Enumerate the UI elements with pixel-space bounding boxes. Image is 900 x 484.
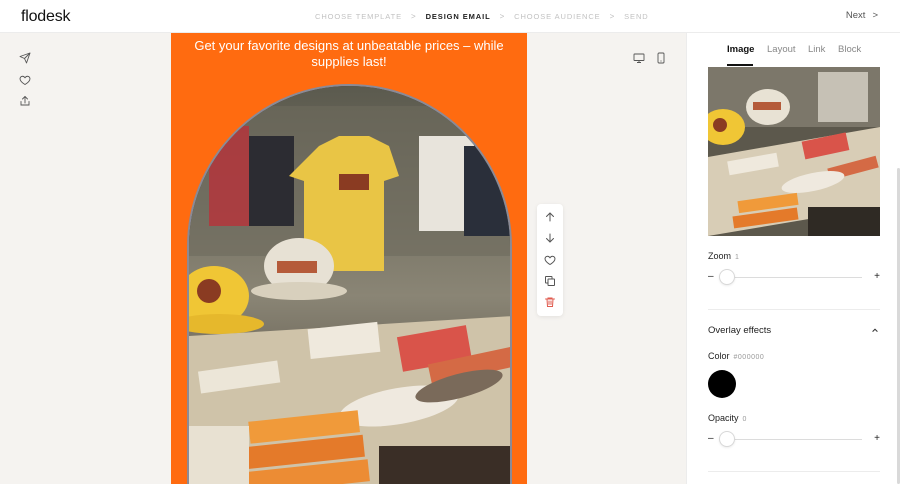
panel-tabs: Image Layout Link Block: [687, 33, 900, 67]
divider: [708, 471, 880, 472]
step-choose-audience[interactable]: CHOOSE AUDIENCE: [514, 12, 600, 21]
zoom-increase-button[interactable]: +: [874, 271, 880, 282]
zoom-label: Zoom 1: [708, 251, 739, 261]
zoom-decrease-button[interactable]: –: [708, 271, 714, 282]
opacity-decrease-button[interactable]: –: [708, 433, 714, 444]
active-tab-indicator: [727, 64, 753, 66]
next-label: Next: [845, 10, 866, 21]
opacity-label-text: Opacity: [708, 413, 739, 423]
tab-image[interactable]: Image: [727, 44, 754, 55]
opacity-slider-track[interactable]: [719, 439, 862, 440]
step-design-email[interactable]: DESIGN EMAIL: [426, 12, 491, 21]
opacity-label: Opacity 0: [708, 413, 747, 423]
arrow-down-icon[interactable]: [544, 232, 556, 244]
overlay-color-swatch[interactable]: [708, 370, 736, 398]
step-separator: >: [609, 12, 616, 21]
overlay-effects-title[interactable]: Overlay effects: [708, 325, 771, 336]
chevron-up-icon[interactable]: [871, 326, 879, 334]
step-send[interactable]: SEND: [624, 12, 648, 21]
divider: [708, 309, 880, 310]
duplicate-icon[interactable]: [544, 275, 556, 287]
mobile-icon[interactable]: [655, 52, 667, 64]
tab-link[interactable]: Link: [808, 44, 825, 55]
logo[interactable]: flodesk: [21, 8, 70, 26]
opacity-value: 0: [742, 416, 747, 423]
store-merchandise-photo: [189, 86, 510, 484]
image-thumbnail: [708, 67, 880, 236]
overlay-color-value: #000000: [733, 354, 765, 361]
step-choose-template[interactable]: CHOOSE TEMPLATE: [315, 12, 402, 21]
top-bar: flodesk CHOOSE TEMPLATE > DESIGN EMAIL >…: [0, 0, 900, 33]
zoom-slider-track[interactable]: [719, 277, 862, 278]
zoom-slider[interactable]: – +: [708, 268, 880, 286]
step-breadcrumb: CHOOSE TEMPLATE > DESIGN EMAIL > CHOOSE …: [315, 12, 649, 21]
zoom-label-text: Zoom: [708, 251, 732, 261]
share-icon[interactable]: [19, 95, 31, 107]
image-preview[interactable]: [708, 67, 880, 236]
zoom-value: 1: [735, 254, 740, 261]
heart-icon[interactable]: [544, 254, 556, 266]
zoom-slider-handle[interactable]: [719, 269, 735, 285]
desktop-icon[interactable]: [633, 52, 645, 64]
email-canvas[interactable]: Get your favorite designs at unbeatable …: [171, 33, 527, 484]
opacity-slider-handle[interactable]: [719, 431, 735, 447]
tab-block[interactable]: Block: [838, 44, 861, 55]
arrow-up-icon[interactable]: [544, 211, 556, 223]
properties-panel: Image Layout Link Block Zoom 1 – + Overl…: [686, 33, 900, 484]
overlay-color-label-text: Color: [708, 351, 730, 361]
tab-layout[interactable]: Layout: [767, 44, 796, 55]
opacity-slider[interactable]: – +: [708, 430, 880, 448]
send-icon[interactable]: [19, 52, 31, 64]
step-separator: >: [411, 12, 417, 21]
email-hero-image[interactable]: [187, 84, 512, 484]
overlay-color-label: Color #000000: [708, 351, 764, 361]
opacity-increase-button[interactable]: +: [874, 433, 880, 444]
heart-icon[interactable]: [19, 74, 31, 86]
chevron-right-icon: >: [872, 10, 878, 21]
step-separator: >: [499, 12, 506, 21]
next-button[interactable]: Next >: [846, 10, 878, 21]
block-toolbar: [537, 204, 563, 316]
email-heading[interactable]: Get your favorite designs at unbeatable …: [189, 38, 509, 70]
trash-icon[interactable]: [544, 296, 556, 308]
